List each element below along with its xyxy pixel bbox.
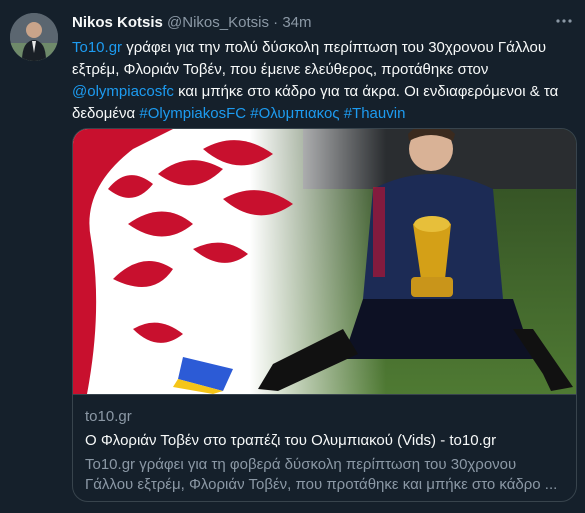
mention-link[interactable]: @olympiacosfc: [72, 83, 174, 100]
card-domain: to10.gr: [85, 408, 132, 425]
hashtag-thauvin[interactable]: #Thauvin: [344, 105, 406, 122]
card-body[interactable]: to10.gr Ο Φλοριάν Τοβέν στο τραπέζι του …: [73, 394, 576, 501]
hashtag-olympiakosfc[interactable]: #OlympiakosFC: [139, 105, 246, 122]
card-image[interactable]: [73, 129, 576, 394]
tweet-time[interactable]: 34m: [282, 14, 311, 31]
card-description: To10.gr γράφει για τη φοβερά δύσκολη περ…: [85, 456, 558, 493]
link-preview-card[interactable]: to10.gr Ο Φλοριάν Τοβέν στο τραπέζι του …: [72, 128, 577, 502]
avatar[interactable]: [10, 13, 58, 61]
tweet-text: To10.gr γράφει για την πολύ δύσκολη περί…: [72, 37, 577, 125]
card-title[interactable]: Ο Φλοριάν Τοβέν στο τραπέζι του Ολυμπιακ…: [85, 431, 566, 451]
source-link[interactable]: To10.gr: [72, 39, 122, 56]
more-dots-icon[interactable]: [555, 12, 573, 35]
tweet[interactable]: Nikos Kotsis @Nikos_Kotsis · 34m To10.gr…: [0, 0, 585, 513]
tweet-header: Nikos Kotsis @Nikos_Kotsis · 34m: [72, 13, 312, 33]
hashtag-olympiakos[interactable]: #Ολυμπιακος: [250, 105, 339, 122]
separator-dot: ·: [273, 14, 279, 31]
tweet-text-part1: γράφει για την πολύ δύσκολη περίπτωση το…: [72, 39, 547, 78]
author-handle[interactable]: @Nikos_Kotsis: [167, 14, 269, 31]
author-name[interactable]: Nikos Kotsis: [72, 14, 163, 31]
